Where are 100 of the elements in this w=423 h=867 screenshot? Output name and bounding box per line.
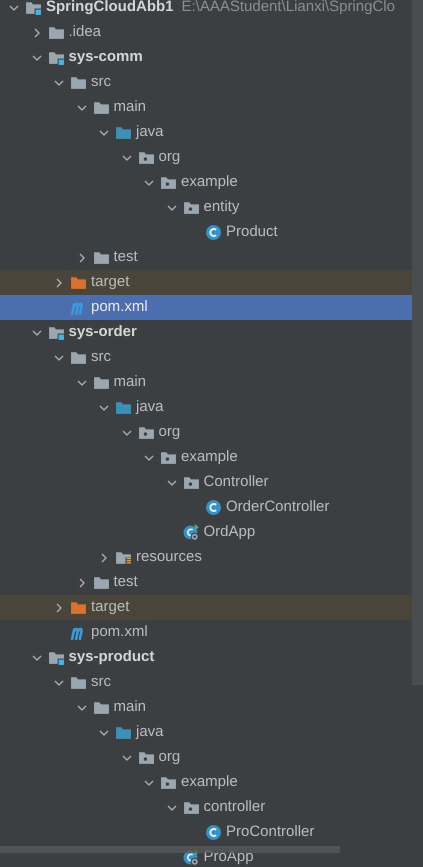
collapse-chevron-icon[interactable] (32, 652, 42, 662)
vertical-scrollbar[interactable] (412, 0, 423, 685)
file-name: target (91, 272, 130, 292)
excluded-folder-icon (70, 599, 87, 616)
file-name: java (136, 397, 164, 418)
tree-row[interactable]: target (0, 595, 412, 620)
folder-icon (48, 24, 64, 41)
source-folder-icon (115, 124, 132, 141)
collapse-chevron-icon[interactable] (166, 802, 176, 812)
tree-row[interactable]: org (0, 420, 412, 445)
file-name: test (114, 247, 138, 268)
tree-row[interactable]: OrdApp (0, 520, 412, 545)
source-folder-icon (115, 399, 132, 416)
tree-row[interactable]: example (0, 170, 412, 195)
tree-row[interactable]: pom.xml (0, 295, 412, 320)
tree-row[interactable]: SpringCloudAbb1 E:\AAAStudent\Lianxi\SpringClo (0, 0, 412, 20)
tree-row[interactable]: .idea (0, 20, 412, 45)
collapse-chevron-icon[interactable] (144, 178, 154, 188)
package-icon (182, 474, 200, 491)
collapse-chevron-icon[interactable] (144, 778, 154, 788)
tree-row[interactable]: example (0, 445, 412, 470)
tree-row[interactable]: java (0, 120, 412, 145)
tree-row[interactable]: example (0, 770, 412, 795)
tree-row[interactable]: main (0, 695, 412, 720)
class-icon (205, 824, 222, 841)
collapse-chevron-icon[interactable] (99, 402, 109, 412)
tree-row[interactable]: src (0, 670, 412, 695)
folder-icon (92, 574, 110, 591)
file-name: example (181, 447, 238, 468)
folder-icon (92, 99, 110, 116)
file-name: ProController (226, 822, 314, 842)
tree-row[interactable]: controller (0, 795, 412, 820)
class-icon (205, 224, 222, 241)
tree-row[interactable]: sys-comm (0, 45, 412, 70)
tree-row[interactable]: Product (0, 220, 412, 245)
file-name: pom.xml (91, 622, 148, 642)
file-name: example (181, 172, 238, 192)
tree-row[interactable]: entity (0, 195, 412, 220)
collapse-chevron-icon[interactable] (122, 752, 132, 762)
collapse-chevron-icon[interactable] (32, 52, 42, 62)
tree-row[interactable]: OrderController (0, 495, 412, 520)
file-name: example (181, 772, 238, 792)
tree-row[interactable]: target (0, 270, 412, 295)
collapse-chevron-icon[interactable] (122, 152, 132, 162)
tree-row[interactable]: ProController (0, 820, 412, 845)
file-name: target (91, 597, 130, 618)
expand-chevron-icon[interactable] (54, 278, 64, 288)
collapse-chevron-icon[interactable] (76, 702, 86, 712)
source-folder-icon (115, 724, 132, 741)
tree-row[interactable]: src (0, 345, 412, 370)
file-name: pom.xml (91, 297, 148, 318)
collapse-chevron-icon[interactable] (76, 102, 86, 112)
collapse-chevron-icon[interactable] (32, 328, 42, 338)
file-name: test (114, 572, 138, 592)
collapse-chevron-icon[interactable] (122, 428, 132, 438)
package-icon (138, 149, 154, 166)
package-icon (182, 199, 200, 216)
expand-chevron-icon[interactable] (32, 28, 42, 38)
folder-icon (92, 699, 110, 716)
expand-chevron-icon[interactable] (99, 552, 109, 562)
collapse-chevron-icon[interactable] (166, 202, 176, 212)
expand-chevron-icon[interactable] (76, 252, 86, 262)
module-name: SpringCloudAbb1 (46, 0, 174, 18)
tree-row[interactable]: Controller (0, 470, 412, 495)
package-icon (138, 749, 154, 766)
tree-row[interactable]: sys-product (0, 645, 412, 670)
tree-row[interactable]: main (0, 95, 412, 120)
expand-chevron-icon[interactable] (54, 602, 64, 612)
collapse-chevron-icon[interactable] (99, 728, 109, 738)
collapse-chevron-icon[interactable] (76, 378, 86, 388)
tree-row[interactable]: org (0, 745, 412, 770)
tree-row[interactable]: resources (0, 545, 412, 570)
tree-row[interactable]: org (0, 145, 412, 170)
tree-row[interactable]: java (0, 720, 412, 745)
collapse-chevron-icon[interactable] (166, 478, 176, 488)
expand-chevron-icon[interactable] (76, 578, 86, 588)
folder-icon (92, 374, 110, 391)
tree-row[interactable]: test (0, 245, 412, 270)
collapse-chevron-icon[interactable] (54, 352, 64, 362)
collapse-chevron-icon[interactable] (144, 452, 154, 462)
file-name: src (91, 72, 111, 92)
file-name: OrderController (226, 497, 330, 518)
collapse-chevron-icon[interactable] (99, 128, 109, 138)
package-icon (160, 449, 177, 466)
tree-row[interactable]: sys-order (0, 320, 412, 345)
collapse-chevron-icon[interactable] (54, 678, 64, 688)
file-name: controller (204, 797, 266, 818)
tree-row[interactable]: main (0, 370, 412, 395)
tree-row[interactable]: java (0, 395, 412, 420)
folder-icon (70, 674, 87, 691)
tree-row[interactable]: test (0, 570, 412, 595)
collapse-chevron-icon[interactable] (54, 78, 64, 88)
file-name: main (114, 97, 146, 118)
file-name: OrdApp (204, 522, 256, 542)
tree-row[interactable]: src (0, 70, 412, 95)
collapse-chevron-icon[interactable] (9, 2, 19, 12)
resources-folder-icon (115, 549, 132, 566)
folder-icon (70, 74, 87, 91)
tree-row[interactable]: pom.xml (0, 620, 412, 645)
module-folder-icon (48, 649, 64, 666)
